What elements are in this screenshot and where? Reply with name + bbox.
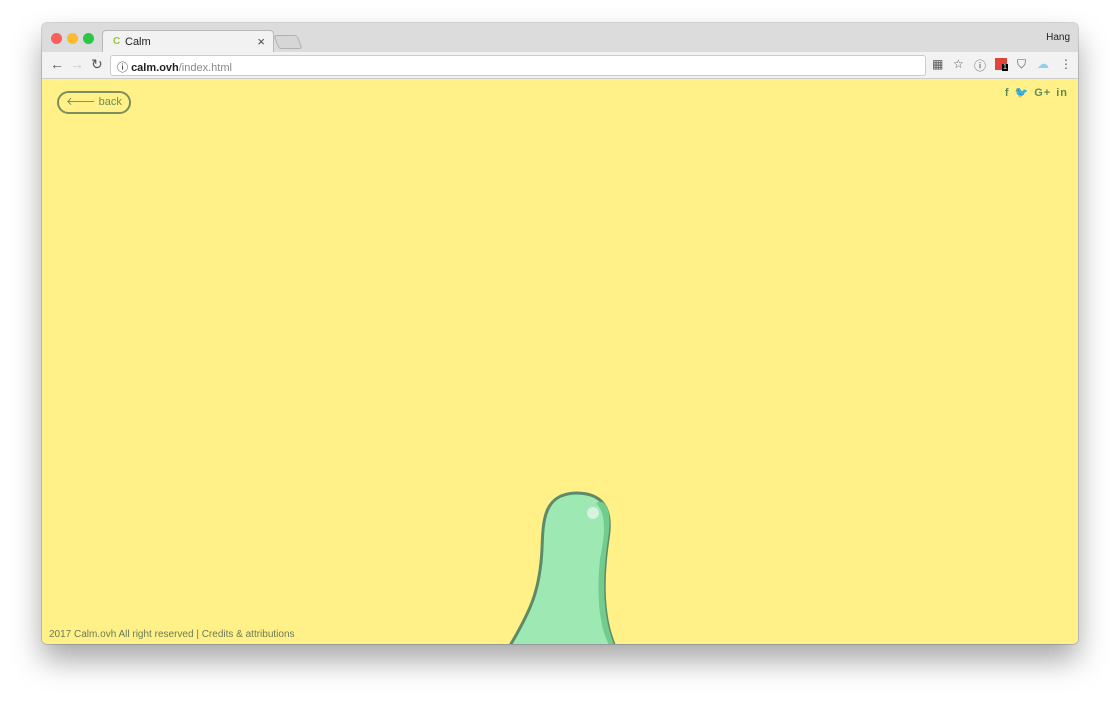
green-blob-illustration	[509, 491, 616, 644]
qr-code-icon[interactable]: ▦	[932, 57, 943, 71]
close-window-button[interactable]	[51, 33, 62, 44]
back-button[interactable]: 🡐 back	[57, 91, 131, 114]
extension-icon[interactable]: 1	[995, 58, 1008, 71]
browser-window: C Calm × Hang ← → ↻ ⓘ calm.ovh/index.htm…	[42, 23, 1078, 644]
google-plus-link[interactable]: G+	[1034, 87, 1051, 99]
menu-kebab-icon[interactable]: ⋮	[1060, 57, 1072, 71]
reload-icon[interactable]: ↻	[91, 56, 103, 73]
twitter-link[interactable]: 🐦	[1015, 87, 1030, 99]
tab-close-icon[interactable]: ×	[257, 34, 265, 49]
favicon-icon: C	[113, 36, 121, 47]
bookmark-star-icon[interactable]: ☆	[953, 57, 964, 71]
credits-link[interactable]: Credits & attributions	[202, 629, 295, 640]
tab-calm[interactable]: C Calm ×	[102, 30, 274, 53]
profile-name[interactable]: Hang	[1046, 32, 1070, 43]
page-content: 🡐 back f 🐦 G+ in 2017 Calm.ovh All right re…	[42, 79, 1078, 644]
password-manager-icon[interactable]: ⓘ	[974, 57, 986, 74]
url-path: /index.html	[178, 62, 232, 74]
tab-title: Calm	[125, 36, 151, 48]
back-arrow-icon[interactable]: ←	[50, 56, 64, 72]
copyright-text: 2017 Calm.ovh All right reserved	[49, 629, 194, 640]
maximize-window-button[interactable]	[83, 33, 94, 44]
pocket-icon[interactable]: ⛉	[1017, 57, 1026, 72]
facebook-link[interactable]: f	[1005, 87, 1010, 99]
linkedin-link[interactable]: in	[1056, 87, 1068, 99]
back-label: back	[98, 96, 122, 108]
arrow-left-icon: 🡐	[66, 96, 99, 108]
title-bar: C Calm × Hang	[42, 23, 1078, 53]
minimize-window-button[interactable]	[67, 33, 78, 44]
info-icon: ⓘ	[117, 62, 132, 74]
extension-badge: 1	[1002, 64, 1008, 71]
browser-toolbar: ← → ↻ ⓘ calm.ovh/index.html ▦ ☆ ⓘ 1 ⛉ ☁ …	[42, 52, 1078, 79]
footer-separator: |	[196, 629, 199, 640]
social-links: f 🐦 G+ in	[1000, 86, 1068, 99]
address-bar[interactable]: ⓘ calm.ovh/index.html	[110, 55, 926, 76]
url-host: calm.ovh	[131, 62, 179, 74]
cloud-icon[interactable]: ☁	[1037, 57, 1049, 71]
footer: 2017 Calm.ovh All right reserved | Credi…	[49, 629, 295, 640]
forward-arrow-icon[interactable]: →	[70, 56, 84, 72]
new-tab-button[interactable]	[273, 35, 303, 49]
